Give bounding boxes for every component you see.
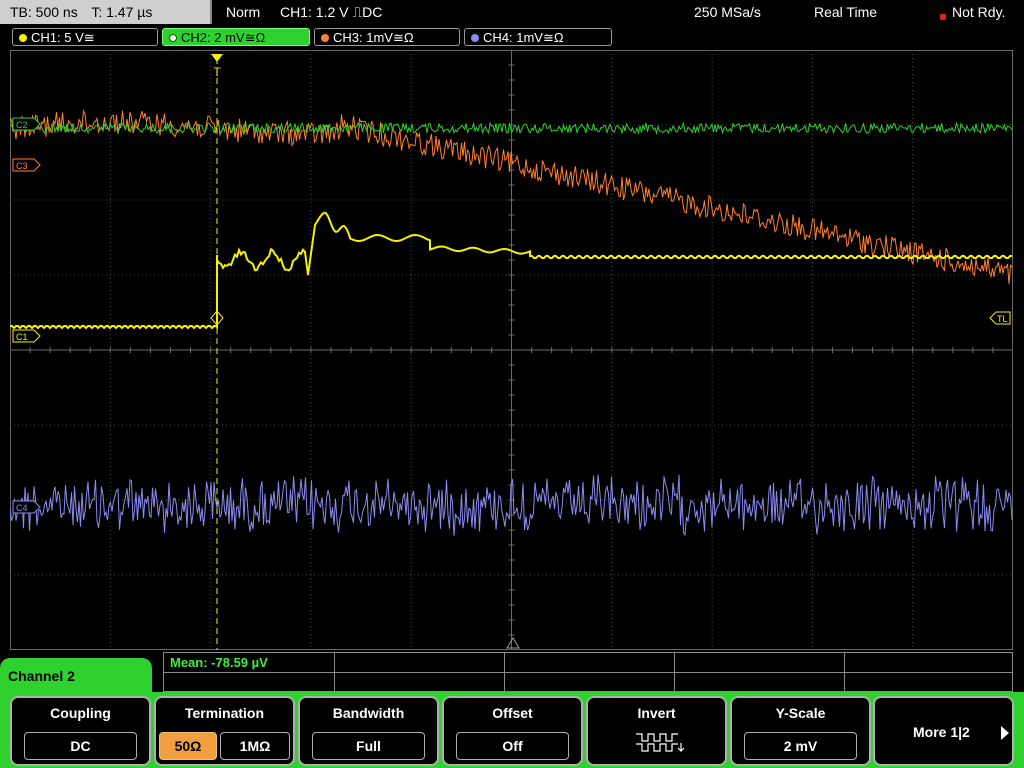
invert-softkey[interactable]: Invert bbox=[586, 696, 727, 766]
offset-value[interactable]: Off bbox=[456, 732, 569, 760]
coupling-title: Coupling bbox=[50, 705, 111, 721]
channel-tab-ch4[interactable]: CH4: 1mV≅Ω bbox=[464, 28, 612, 46]
measurement-panel: Mean: -78.59 µV bbox=[163, 652, 1013, 692]
ch1-level-marker: C1 bbox=[12, 329, 41, 343]
measurement-divider bbox=[504, 653, 505, 691]
status-bar: TB: 500 ns T: 1.47 µs Norm CH1: 1.2 V ⎍D… bbox=[0, 0, 1024, 24]
channel-tab-label: CH1: 5 V≅ bbox=[31, 30, 95, 45]
menu-title-tab[interactable]: Channel 2 bbox=[0, 658, 152, 698]
measurement-divider bbox=[844, 653, 845, 691]
bandwidth-title: Bandwidth bbox=[332, 705, 405, 721]
ch4-level-marker: C4 bbox=[12, 500, 41, 514]
measurement-divider bbox=[164, 672, 1012, 673]
next-page-icon bbox=[1001, 726, 1009, 740]
ch3-level-marker: C3 bbox=[12, 158, 41, 172]
ch2-color-icon bbox=[169, 34, 177, 42]
coupling-softkey[interactable]: Coupling DC bbox=[10, 696, 151, 766]
measurement-divider bbox=[674, 653, 675, 691]
ch2-level-label: C2 bbox=[16, 120, 28, 130]
more-softkey[interactable]: More 1|2 bbox=[873, 696, 1014, 766]
status-indicator-icon bbox=[940, 14, 946, 20]
bandwidth-softkey[interactable]: Bandwidth Full bbox=[298, 696, 439, 766]
termination-title: Termination bbox=[184, 705, 265, 721]
termination-1m-ohm-option[interactable]: 1MΩ bbox=[220, 732, 290, 760]
ch1-level-label: C1 bbox=[16, 332, 28, 342]
channel-tab-ch3[interactable]: CH3: 1mV≅Ω bbox=[314, 28, 460, 46]
invert-waveform-icon bbox=[636, 733, 684, 752]
yscale-title: Y-Scale bbox=[775, 705, 826, 721]
trigger-level-label: TL bbox=[997, 314, 1008, 324]
yscale-value[interactable]: 2 mV bbox=[744, 732, 857, 760]
channel-tab-label: CH3: 1mV≅Ω bbox=[333, 30, 414, 45]
channel-tab-label: CH4: 1mV≅Ω bbox=[483, 30, 564, 45]
trigger-mode[interactable]: Norm bbox=[226, 0, 260, 24]
channel-tab-label: CH2: 2 mV≅Ω bbox=[181, 30, 266, 45]
trigger-source[interactable]: CH1: 1.2 V ⎍DC bbox=[280, 0, 382, 24]
coupling-value[interactable]: DC bbox=[24, 732, 137, 760]
sample-rate: 250 MSa/s bbox=[694, 4, 761, 20]
ch3-level-label: C3 bbox=[16, 161, 28, 171]
acquisition-mode[interactable]: Real Time bbox=[814, 0, 877, 24]
more-label: More 1|2 bbox=[913, 724, 970, 740]
acquisition-state: Not Rdy. bbox=[952, 4, 1006, 20]
channel-tab-ch2[interactable]: CH2: 2 mV≅Ω bbox=[162, 28, 310, 46]
offset-title: Offset bbox=[492, 705, 533, 721]
termination-50-ohm-option[interactable]: 50Ω bbox=[159, 732, 217, 760]
trigger-position-label: T bbox=[213, 65, 221, 79]
yscale-softkey[interactable]: Y-Scale 2 mV bbox=[730, 696, 871, 766]
offset-softkey[interactable]: Offset Off bbox=[442, 696, 583, 766]
trigger-time-readout: T: 1.47 µs bbox=[91, 4, 153, 20]
ch2-level-marker: C2 bbox=[12, 117, 41, 131]
mean-measurement: Mean: -78.59 µV bbox=[170, 655, 268, 670]
waveform-display[interactable]: T C2 C3 C1 C4 TL bbox=[10, 50, 1013, 650]
ch1-color-icon bbox=[19, 34, 27, 42]
ch4-color-icon bbox=[471, 34, 479, 42]
ch4-level-label: C4 bbox=[16, 503, 28, 513]
measurement-divider bbox=[334, 653, 335, 691]
bandwidth-value[interactable]: Full bbox=[312, 732, 425, 760]
invert-title: Invert bbox=[637, 705, 676, 721]
channel-tab-ch1[interactable]: CH1: 5 V≅ bbox=[12, 28, 158, 46]
timebase-readout: TB: 500 ns bbox=[10, 4, 78, 20]
timebase-box[interactable]: TB: 500 ns T: 1.47 µs bbox=[0, 0, 212, 24]
termination-softkey[interactable]: Termination 50Ω 1MΩ bbox=[154, 696, 295, 766]
ch3-color-icon bbox=[321, 34, 329, 42]
